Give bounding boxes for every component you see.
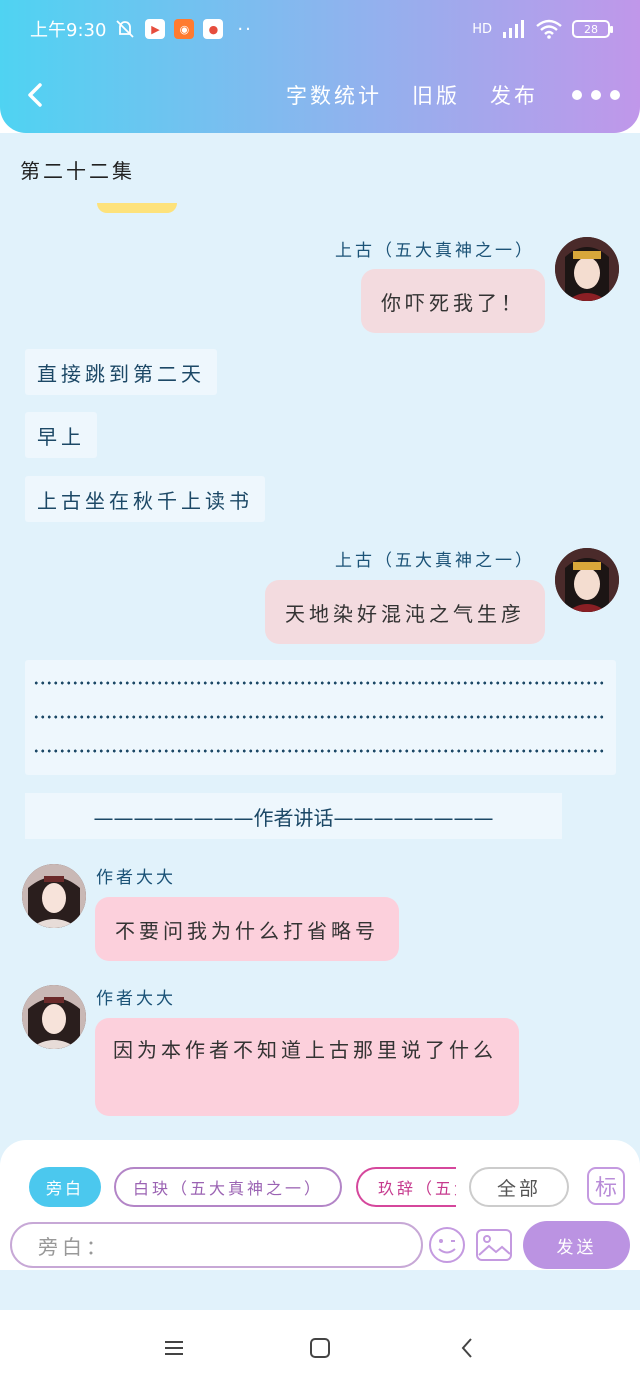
- speaker-name: 上古（五大真神之一）: [335, 551, 535, 571]
- send-button[interactable]: 发送: [523, 1221, 630, 1269]
- old-version-button[interactable]: 旧版: [412, 80, 460, 110]
- role-chip-narration[interactable]: 旁白: [29, 1167, 101, 1207]
- publish-button[interactable]: 发布: [490, 80, 538, 110]
- narration-item[interactable]: 直接跳到第二天: [25, 349, 217, 395]
- notification-app-icon: ●: [203, 19, 224, 39]
- battery-indicator: 28: [572, 20, 613, 38]
- message-bubble[interactable]: 你吓死我了！: [361, 269, 545, 333]
- role-chip[interactable]: 玖辞（五大真神之一）: [356, 1167, 456, 1207]
- signal-icon: [503, 20, 524, 38]
- all-roles-button[interactable]: 全部: [469, 1167, 569, 1207]
- role-chip[interactable]: 白玦（五大真神之一）: [114, 1167, 342, 1207]
- speaker-name: 作者大大: [96, 989, 176, 1009]
- home-icon[interactable]: [308, 1336, 332, 1360]
- narration-item[interactable]: 上古坐在秋千上读书: [25, 476, 265, 522]
- app-header: 上午9:30 ▶ ◉ ● ·· HD 28 字数统计 旧版 发布: [0, 0, 640, 133]
- ellipsis-narration[interactable]: [25, 660, 616, 775]
- message-bubble[interactable]: 天地染好混沌之气生彦: [265, 580, 545, 644]
- mark-button[interactable]: 标: [587, 1167, 625, 1205]
- message-bubble[interactable]: 不要问我为什么打省略号: [95, 897, 399, 961]
- status-bar: 上午9:30 ▶ ◉ ● ·· HD 28: [30, 14, 613, 44]
- message-input[interactable]: 旁白：: [10, 1222, 423, 1268]
- speaker-name: 作者大大: [96, 868, 176, 888]
- avatar[interactable]: [22, 864, 86, 928]
- recents-menu-icon[interactable]: [162, 1336, 186, 1360]
- more-notifications-icon: ··: [237, 18, 253, 40]
- network-label: HD: [472, 21, 492, 37]
- emoji-icon[interactable]: [427, 1225, 467, 1265]
- speaker-name: 上古（五大真神之一）: [335, 241, 535, 261]
- episode-title: 第二十二集: [20, 159, 135, 183]
- mute-bell-icon: [116, 20, 135, 38]
- input-panel: 旁白 白玦（五大真神之一） 玖辞（五大真神之一） 全部 标 旁白： 发送: [0, 1140, 640, 1270]
- system-back-icon[interactable]: [456, 1336, 480, 1360]
- video-app-icon: ▶: [145, 19, 166, 39]
- status-time: 上午9:30: [30, 20, 107, 41]
- kuaishou-app-icon: ◉: [174, 19, 195, 39]
- more-options-icon[interactable]: [572, 90, 620, 100]
- image-icon[interactable]: [474, 1225, 514, 1265]
- chat-area[interactable]: 第二十二集 上古（五大真神之一） 你吓死我了！ 直接跳到第二天 早上 上古坐在秋…: [0, 133, 640, 1310]
- word-count-button[interactable]: 字数统计: [286, 80, 382, 110]
- author-talk-divider[interactable]: ————————作者讲话————————: [25, 793, 562, 839]
- avatar[interactable]: [22, 985, 86, 1049]
- narration-item[interactable]: 早上: [25, 412, 97, 458]
- avatar[interactable]: [555, 237, 619, 301]
- avatar[interactable]: [555, 548, 619, 612]
- back-icon[interactable]: [22, 80, 52, 110]
- collapse-handle[interactable]: [97, 203, 177, 213]
- wifi-icon: [536, 19, 562, 39]
- message-bubble[interactable]: 因为本作者不知道上古那里说了什么: [95, 1018, 519, 1116]
- system-nav-bar: [0, 1310, 640, 1387]
